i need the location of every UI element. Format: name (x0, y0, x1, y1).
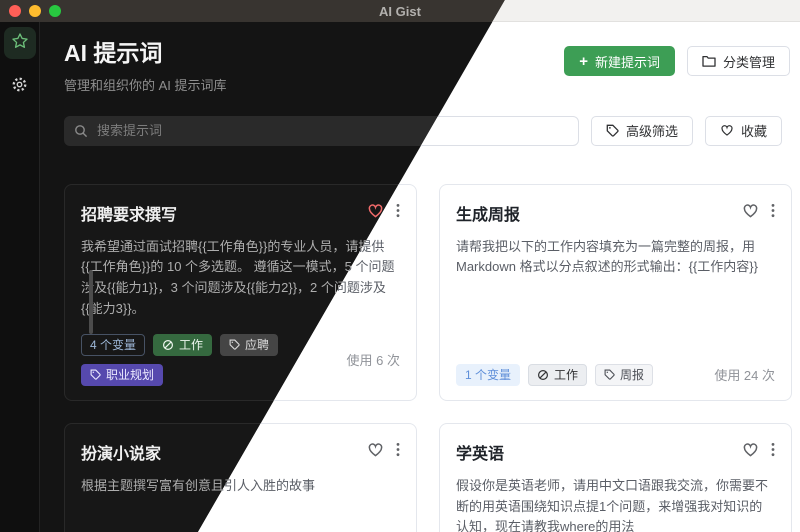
tag-icon (606, 124, 619, 137)
folder-icon (702, 55, 716, 67)
new-prompt-label: 新建提示词 (595, 52, 660, 71)
kebab-menu-button[interactable] (771, 442, 775, 457)
favorite-heart-button[interactable] (742, 203, 759, 219)
page-title: AI 提示词 (64, 40, 227, 68)
category-icon (162, 339, 174, 351)
prompt-card-title: 学英语 (456, 440, 504, 464)
sidebar-item-settings[interactable] (4, 71, 36, 103)
traffic-lights (9, 5, 61, 17)
advanced-filter-label: 高级筛选 (626, 121, 678, 140)
prompt-card-title: 扮演小说家 (81, 440, 161, 464)
search-icon (74, 124, 88, 143)
kebab-menu-button[interactable] (396, 442, 400, 457)
prompt-card-title: 招聘要求撰写 (81, 201, 177, 225)
favorite-heart-button[interactable] (367, 442, 384, 458)
favorites-filter-label: 收藏 (741, 121, 767, 140)
tag-tag-badge[interactable]: 应聘 (220, 334, 278, 356)
prompt-card[interactable]: 生成周报 请帮我把以下的工作内容填充为一篇完整的周报，用 Markdown 格式… (439, 184, 792, 401)
sidebar-item-favorites[interactable] (4, 27, 36, 59)
app-window: AI Gist AI 提示词 管理和组织你的 AI 提示词库 (0, 0, 800, 532)
advanced-filter-button[interactable]: 高级筛选 (591, 116, 693, 146)
kebab-menu-button[interactable] (396, 203, 400, 218)
zoom-window-button[interactable] (49, 5, 61, 17)
star-icon (11, 32, 29, 55)
prompt-card-description: 请帮我把以下的工作内容填充为一篇完整的周报，用 Markdown 格式以分点叙述… (456, 237, 775, 279)
kebab-menu-button[interactable] (771, 203, 775, 218)
category-icon (537, 369, 549, 381)
scrollbar-thumb[interactable] (89, 270, 93, 334)
tag-icon (604, 369, 615, 380)
tag-tag-badge[interactable]: 职业规划 (81, 364, 163, 386)
category-manage-label: 分类管理 (723, 52, 775, 71)
variable-count-badge[interactable]: 4 个变量 (81, 334, 145, 356)
tag-icon (90, 369, 101, 380)
gear-icon (11, 76, 28, 98)
sidebar (0, 22, 40, 532)
category-manage-button[interactable]: 分类管理 (687, 46, 790, 76)
new-prompt-button[interactable]: + 新建提示词 (564, 46, 675, 76)
usage-count: 使用 24 次 (714, 365, 775, 384)
tag-category-badge[interactable]: 工作 (153, 334, 212, 356)
prompt-card-description: 假设你是英语老师，请用中文口语跟我交流，你需要不断的用英语围绕知识点提1个问题，… (456, 476, 775, 532)
prompt-card[interactable]: 学英语 假设你是英语老师，请用中文口语跟我交流，你需要不断的用英语围绕知识点提1… (439, 423, 792, 532)
favorites-filter-button[interactable]: 收藏 (705, 116, 782, 146)
heart-icon (720, 124, 734, 137)
window-title: AI Gist (379, 4, 421, 19)
minimize-window-button[interactable] (29, 5, 41, 17)
plus-icon: + (579, 54, 588, 69)
variable-count-badge[interactable]: 1 个变量 (456, 364, 520, 386)
tag-tag-badge[interactable]: 周报 (595, 364, 653, 386)
usage-count: 使用 6 次 (347, 350, 400, 369)
page-subtitle: 管理和组织你的 AI 提示词库 (64, 75, 227, 94)
prompt-card-tags: 1 个变量工作周报 (456, 364, 653, 386)
tag-icon (229, 339, 240, 350)
tag-category-badge[interactable]: 工作 (528, 364, 587, 386)
prompt-card-title: 生成周报 (456, 201, 520, 225)
favorite-heart-button[interactable] (742, 442, 759, 458)
close-window-button[interactable] (9, 5, 21, 17)
